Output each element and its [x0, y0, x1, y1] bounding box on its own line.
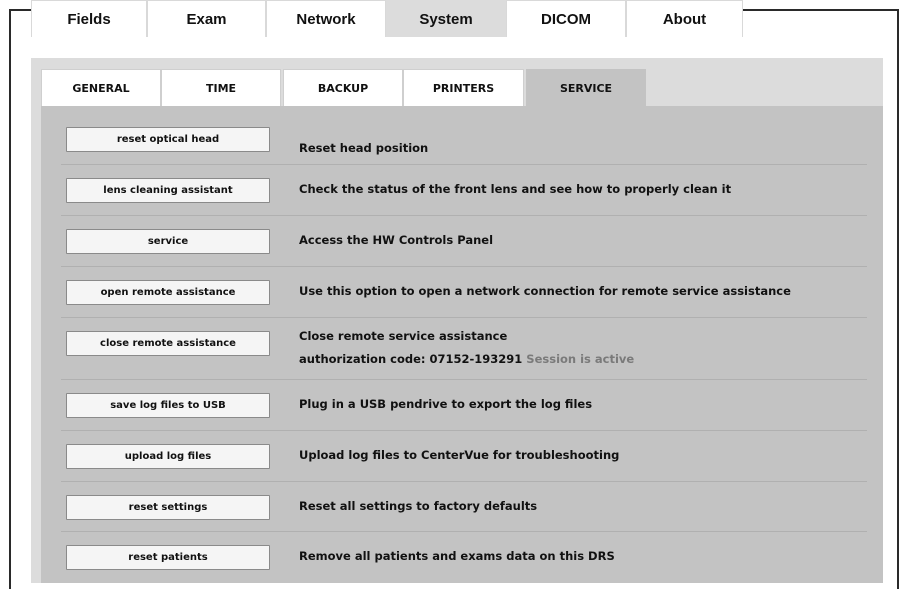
authorization-code: authorization code: 07152-193291	[299, 352, 523, 366]
tab-exam[interactable]: Exam	[147, 0, 266, 37]
service-row-reset-optical-head: reset optical head Reset head position	[61, 114, 867, 165]
tab-system[interactable]: System	[386, 0, 506, 37]
session-status: Session is active	[526, 352, 635, 366]
service-row-reset-settings: reset settings Reset all settings to fac…	[61, 482, 867, 532]
reset-settings-description: Reset all settings to factory defaults	[299, 499, 538, 513]
subtab-printers[interactable]: PRINTERS	[403, 69, 524, 106]
service-description: Access the HW Controls Panel	[299, 233, 494, 247]
reset-settings-button[interactable]: reset settings	[66, 495, 270, 520]
tab-dicom[interactable]: DICOM	[506, 0, 626, 37]
lens-cleaning-description: Check the status of the front lens and s…	[299, 182, 732, 196]
service-row-reset-patients: reset patients Remove all patients and e…	[61, 532, 867, 583]
service-row-service: service Access the HW Controls Panel	[61, 216, 867, 267]
subtab-time[interactable]: TIME	[161, 69, 281, 106]
service-row-lens-cleaning: lens cleaning assistant Check the status…	[61, 165, 867, 216]
open-remote-description: Use this option to open a network connec…	[299, 284, 791, 298]
reset-optical-head-description: Reset head position	[299, 141, 429, 155]
tab-about[interactable]: About	[626, 0, 743, 37]
upload-log-description: Upload log files to CenterVue for troubl…	[299, 448, 620, 462]
close-remote-assistance-button[interactable]: close remote assistance	[66, 331, 270, 356]
service-button[interactable]: service	[66, 229, 270, 254]
service-row-open-remote: open remote assistance Use this option t…	[61, 267, 867, 318]
close-remote-description: Close remote service assistance	[299, 329, 508, 343]
lens-cleaning-assistant-button[interactable]: lens cleaning assistant	[66, 178, 270, 203]
service-row-upload-log: upload log files Upload log files to Cen…	[61, 431, 867, 482]
reset-patients-description: Remove all patients and exams data on th…	[299, 549, 615, 563]
open-remote-assistance-button[interactable]: open remote assistance	[66, 280, 270, 305]
authorization-line: authorization code: 07152-193291 Session…	[299, 352, 634, 366]
save-log-description: Plug in a USB pendrive to export the log…	[299, 397, 593, 411]
service-row-save-log: save log files to USB Plug in a USB pend…	[61, 380, 867, 431]
service-row-close-remote: close remote assistance Close remote ser…	[61, 318, 867, 380]
subtab-backup[interactable]: BACKUP	[283, 69, 403, 106]
tab-network[interactable]: Network	[266, 0, 386, 37]
reset-optical-head-button[interactable]: reset optical head	[66, 127, 270, 152]
upload-log-files-button[interactable]: upload log files	[66, 444, 270, 469]
tab-fields[interactable]: Fields	[31, 0, 147, 37]
service-content: reset optical head Reset head position l…	[41, 106, 883, 583]
save-log-files-usb-button[interactable]: save log files to USB	[66, 393, 270, 418]
subtab-service[interactable]: SERVICE	[526, 69, 646, 106]
subtab-general[interactable]: GENERAL	[41, 69, 161, 106]
reset-patients-button[interactable]: reset patients	[66, 545, 270, 570]
